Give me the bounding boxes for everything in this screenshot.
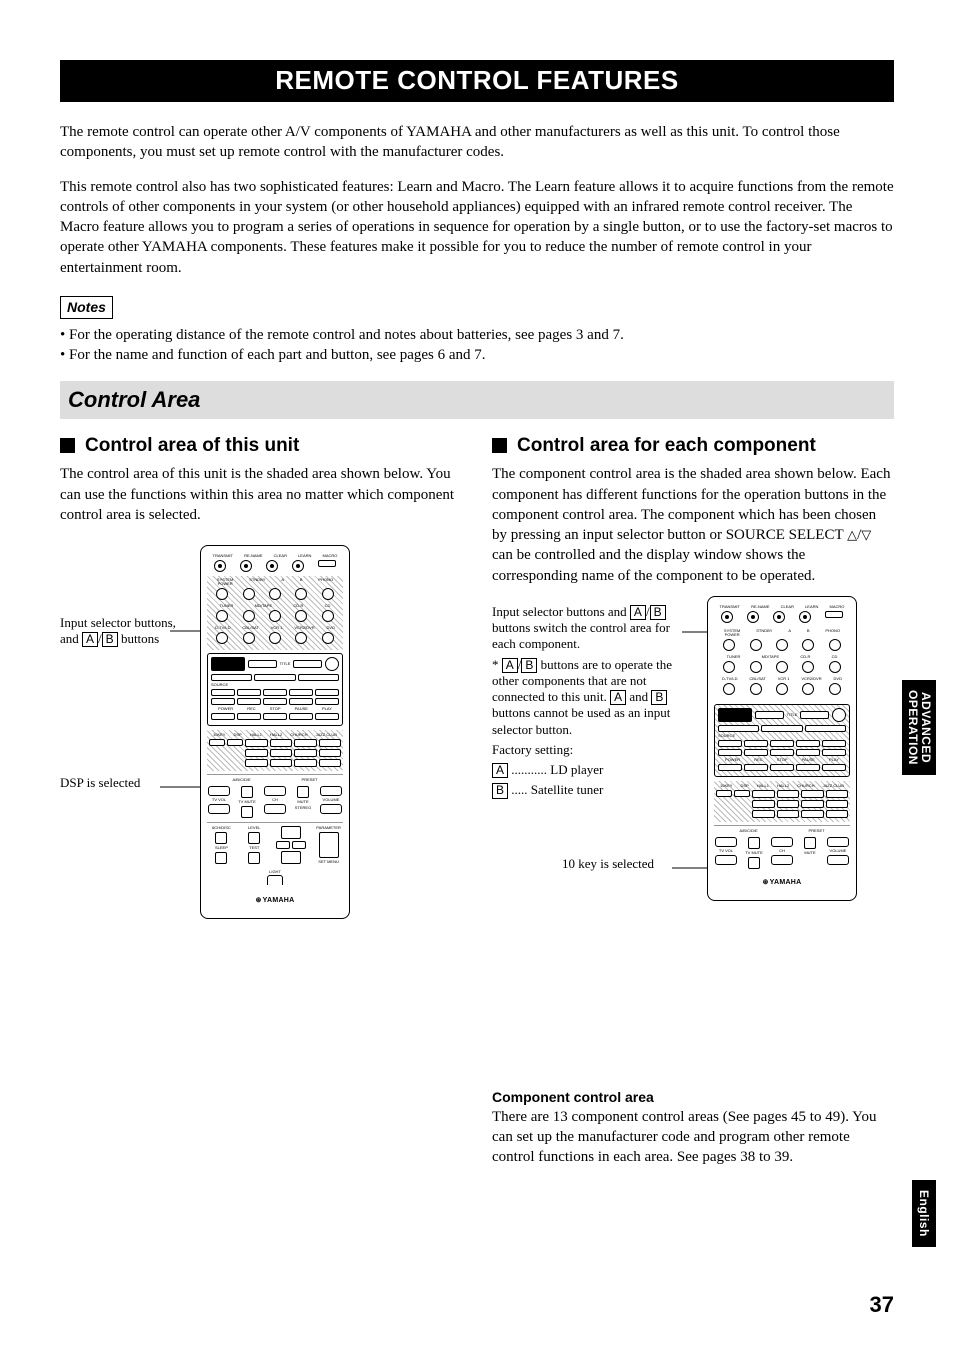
intro-p1: The remote control can operate other A/V… bbox=[60, 122, 894, 163]
columns: Control area of this unit The control ar… bbox=[60, 433, 894, 1168]
left-column: Control area of this unit The control ar… bbox=[60, 433, 462, 1168]
brand-logo: YAMAHA bbox=[207, 897, 343, 904]
section-heading: Control Area bbox=[60, 381, 894, 419]
right-diagram: Input selector buttons and A/B buttons s… bbox=[492, 596, 894, 1076]
left-subheading: Control area of this unit bbox=[60, 433, 462, 459]
page-number: 37 bbox=[870, 1290, 894, 1320]
notes-label: Notes bbox=[60, 296, 113, 319]
callout-input-selector: Input selector buttons, and A/B buttons bbox=[60, 615, 180, 647]
callout-dsp: DSP is selected bbox=[60, 775, 180, 791]
note-item: For the name and function of each part a… bbox=[60, 345, 894, 365]
legend-block: Input selector buttons and A/B buttons s… bbox=[492, 604, 687, 803]
note-item: For the operating distance of the remote… bbox=[60, 325, 894, 345]
square-bullet-icon bbox=[492, 438, 507, 453]
component-note: Component control area There are 13 comp… bbox=[492, 1088, 894, 1168]
right-body: The component control area is the shaded… bbox=[492, 464, 894, 586]
page-title: REMOTE CONTROL FEATURES bbox=[275, 63, 678, 98]
left-heading: Control area of this unit bbox=[85, 433, 299, 459]
left-body: The control area of this unit is the sha… bbox=[60, 464, 462, 525]
page-title-bar: REMOTE CONTROL FEATURES bbox=[60, 60, 894, 102]
notes-section: Notes For the operating distance of the … bbox=[60, 292, 894, 365]
side-tab-english: English bbox=[912, 1180, 936, 1247]
right-column: Control area for each component The comp… bbox=[492, 433, 894, 1168]
component-note-body: There are 13 component control areas (Se… bbox=[492, 1107, 894, 1168]
intro-p2: This remote control also has two sophist… bbox=[60, 177, 894, 278]
right-heading: Control area for each component bbox=[517, 433, 816, 459]
right-subheading: Control area for each component bbox=[492, 433, 894, 459]
remote-diagram-left: TRANSMITRE-NAMECLEARLEARNMACRO SYSTEMPOW… bbox=[200, 545, 350, 919]
callout-10key: 10 key is selected bbox=[562, 856, 654, 872]
brand-logo: YAMAHA bbox=[714, 879, 850, 886]
left-diagram: Input selector buttons, and A/B buttons … bbox=[60, 535, 462, 1055]
component-note-label: Component control area bbox=[492, 1088, 894, 1107]
side-tab-advanced-operation: ADVANCEDOPERATION bbox=[902, 680, 936, 775]
notes-list: For the operating distance of the remote… bbox=[60, 325, 894, 366]
square-bullet-icon bbox=[60, 438, 75, 453]
remote-diagram-right: TRANSMITRE-NAMECLEARLEARNMACRO SYSTEMPOW… bbox=[707, 596, 857, 901]
intro-text: The remote control can operate other A/V… bbox=[60, 122, 894, 278]
